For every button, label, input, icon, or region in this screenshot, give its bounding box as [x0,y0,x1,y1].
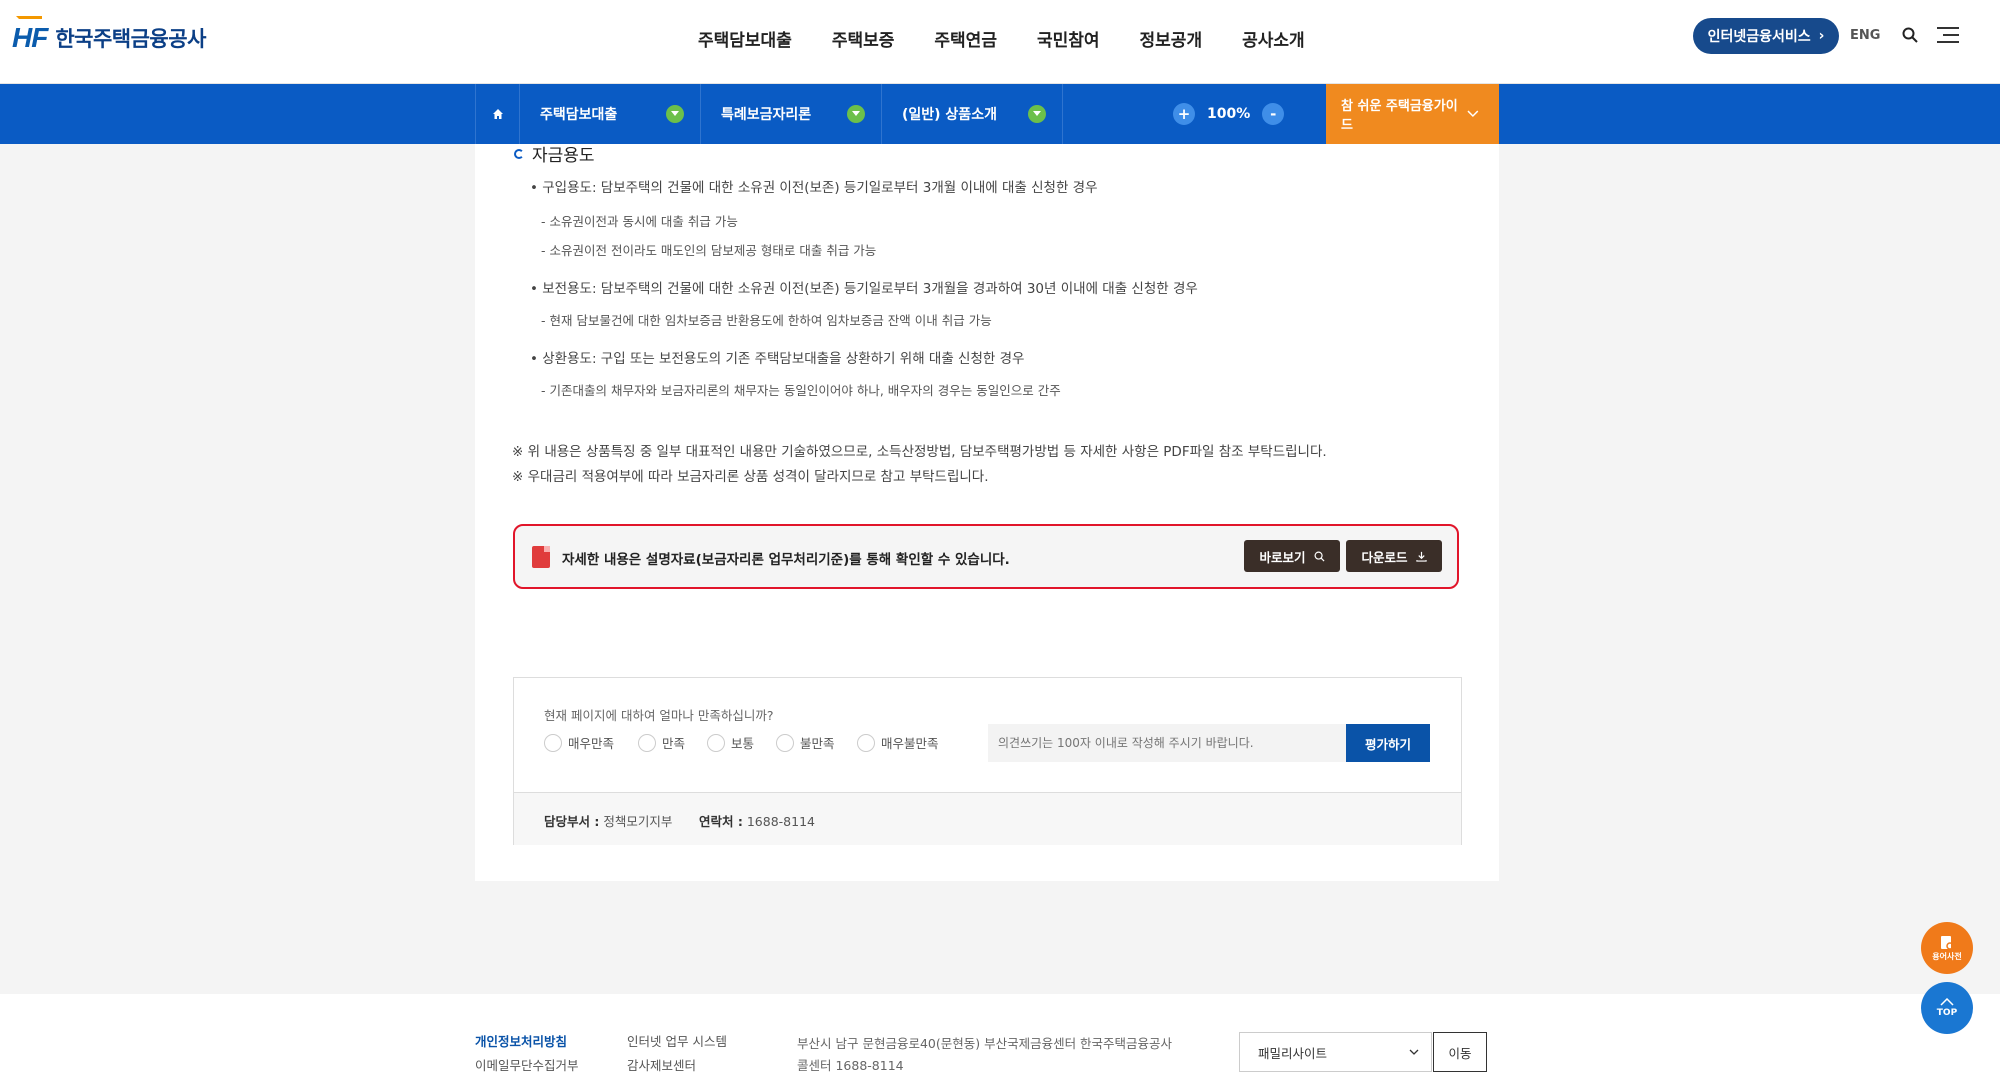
search-icon[interactable] [1902,27,1918,43]
logo-text: 한국주택금융공사 [55,27,206,51]
zoom-out-button[interactable]: - [1262,103,1285,125]
audit-report-link[interactable]: 감사제보센터 [627,1055,696,1073]
zoom-icon [1314,551,1325,562]
housing-finance-guide-button[interactable]: 참 쉬운 주택금융가이드 [1326,84,1499,144]
zoom-control: + 100% - [1173,84,1285,144]
list-item: - 기존대출의 채무자와 보금자리론의 채무자는 동일인이어야 하나, 배우자의… [541,383,1061,398]
download-button[interactable]: 다운로드 [1346,540,1442,572]
zoom-level: 100% [1207,106,1251,122]
opinion-input[interactable] [988,724,1346,762]
sub-navigation-bar: 주택담보대출 특례보금자리론 (일반) 상품소개 + 100% - 참 쉬운 주… [0,84,2000,144]
family-site-label: 패밀리사이트 [1258,1045,1328,1061]
section-title-text: 자금용도 [532,146,595,166]
internet-service-label: 인터넷금융서비스 [1707,29,1811,45]
view-button[interactable]: 바로보기 [1244,540,1340,572]
nav-participation[interactable]: 국민참여 [1037,26,1100,51]
home-button[interactable] [475,84,520,144]
zoom-in-button[interactable]: + [1173,103,1195,125]
go-button[interactable]: 이동 [1433,1032,1487,1072]
dictionary-button[interactable]: 용어사전 [1921,922,1973,974]
radio-neutral[interactable]: 보통 [707,733,754,752]
radio-very-satisfied[interactable]: 매우만족 [544,733,614,752]
home-icon [492,109,503,119]
family-site-select[interactable]: 패밀리사이트 [1239,1032,1432,1072]
pdf-file-icon [532,546,550,568]
note-text: ※ 우대금리 적용여부에 따라 보금자리론 상품 성격이 달라지므로 참고 부탁… [512,469,989,485]
email-refusal-link[interactable]: 이메일무단수집거부 [475,1055,579,1073]
breadcrumb-mortgage[interactable]: 주택담보대출 [520,84,701,144]
lang-eng-link[interactable]: ENG [1850,28,1880,43]
satisfaction-survey: 현재 페이지에 대하여 얼마나 만족하십니까? 매우만족 만족 보통 불만족 매… [513,677,1462,845]
list-item: - 소유권이전과 동시에 대출 취급 가능 [541,214,738,229]
list-item: • 구입용도: 담보주택의 건물에 대한 소유권 이전(보존) 등기일로부터 3… [530,180,1098,196]
radio-satisfied[interactable]: 만족 [638,733,685,752]
chevron-down-icon [666,105,684,123]
list-item: - 현재 담보물건에 대한 임차보증금 반환용도에 한하여 임차보증금 잔액 이… [541,313,992,328]
main-nav: 주택담보대출 주택보증 주택연금 국민참여 정보공개 공사소개 [698,26,1345,51]
logo-mark: HF [12,16,48,54]
nav-disclosure[interactable]: 정보공개 [1140,26,1203,51]
chevron-down-icon [847,105,865,123]
survey-contact-info: 담당부서 : 정책모기지부 연락처 : 1688-8114 [514,792,1461,845]
breadcrumb-special-loan[interactable]: 특례보금자리론 [701,84,882,144]
site-logo[interactable]: HF 한국주택금융공사 [12,16,206,54]
nav-pension[interactable]: 주택연금 [934,26,997,51]
footer-address: 부산시 남구 문현금융로40(문현동) 부산국제금융센터 한국주택금융공사 [797,1036,1173,1051]
nav-mortgage[interactable]: 주택담보대출 [698,26,792,51]
scroll-top-button[interactable]: TOP [1921,982,1973,1034]
dictionary-label: 용어사전 [1932,951,1962,961]
guide-label: 참 쉬운 주택금융가이드 [1341,99,1458,133]
internet-service-button[interactable]: 인터넷금융서비스 › [1693,18,1839,54]
view-button-label: 바로보기 [1259,549,1306,565]
download-button-label: 다운로드 [1361,549,1408,565]
nav-about[interactable]: 공사소개 [1242,26,1305,51]
download-icon [1415,551,1427,562]
contact-info: 연락처 : 1688-8114 [699,814,815,829]
nav-guarantee[interactable]: 주택보증 [832,26,895,51]
site-header: HF 한국주택금융공사 주택담보대출 주택보증 주택연금 국민참여 정보공개 공… [0,0,2000,84]
note-text: ※ 위 내용은 상품특징 중 일부 대표적인 내용만 기술하였으므로, 소득산정… [512,444,1327,460]
hamburger-menu-icon[interactable] [1937,27,1959,43]
internet-system-link[interactable]: 인터넷 업무 시스템 [627,1031,727,1050]
chevron-down-icon [1409,1049,1419,1055]
radio-dissatisfied[interactable]: 불만족 [776,733,835,752]
chevron-down-icon [1467,110,1479,118]
list-item: - 소유권이전 전이라도 매도인의 담보제공 형태로 대출 취급 가능 [541,243,877,258]
list-item: • 상환용도: 구입 또는 보전용도의 기존 주택담보대출을 상환하기 위해 대… [530,351,1025,367]
chevron-down-icon [1028,105,1046,123]
submit-rating-button[interactable]: 평가하기 [1346,724,1430,762]
radio-very-dissatisfied[interactable]: 매우불만족 [857,733,939,752]
chevron-up-icon [1940,998,1954,1006]
breadcrumb-label: 주택담보대출 [540,107,618,123]
document-notice-text: 자세한 내용은 설명자료(보금자리론 업무처리기준)를 통해 확인할 수 있습니… [562,552,1010,568]
footer-callcenter: 콜센터 1688-8114 [797,1058,904,1073]
dictionary-icon [1941,935,1954,950]
breadcrumb-product-intro[interactable]: (일반) 상품소개 [882,84,1063,144]
section-bullet-icon [514,148,524,159]
document-notice-box: 자세한 내용은 설명자료(보금자리론 업무처리기준)를 통해 확인할 수 있습니… [513,524,1459,589]
breadcrumb-label: 특례보금자리론 [721,107,812,123]
list-item: • 보전용도: 담보주택의 건물에 대한 소유권 이전(보존) 등기일로부터 3… [530,281,1198,297]
survey-question: 현재 페이지에 대하여 얼마나 만족하십니까? [544,708,774,723]
privacy-policy-link[interactable]: 개인정보처리방침 [475,1031,567,1050]
chevron-right-icon: › [1818,28,1825,44]
top-label: TOP [1936,1008,1958,1018]
section-title: 자금용도 [514,141,595,166]
breadcrumb-label: (일반) 상품소개 [902,107,997,123]
department-info: 담당부서 : 정책모기지부 [544,814,673,829]
